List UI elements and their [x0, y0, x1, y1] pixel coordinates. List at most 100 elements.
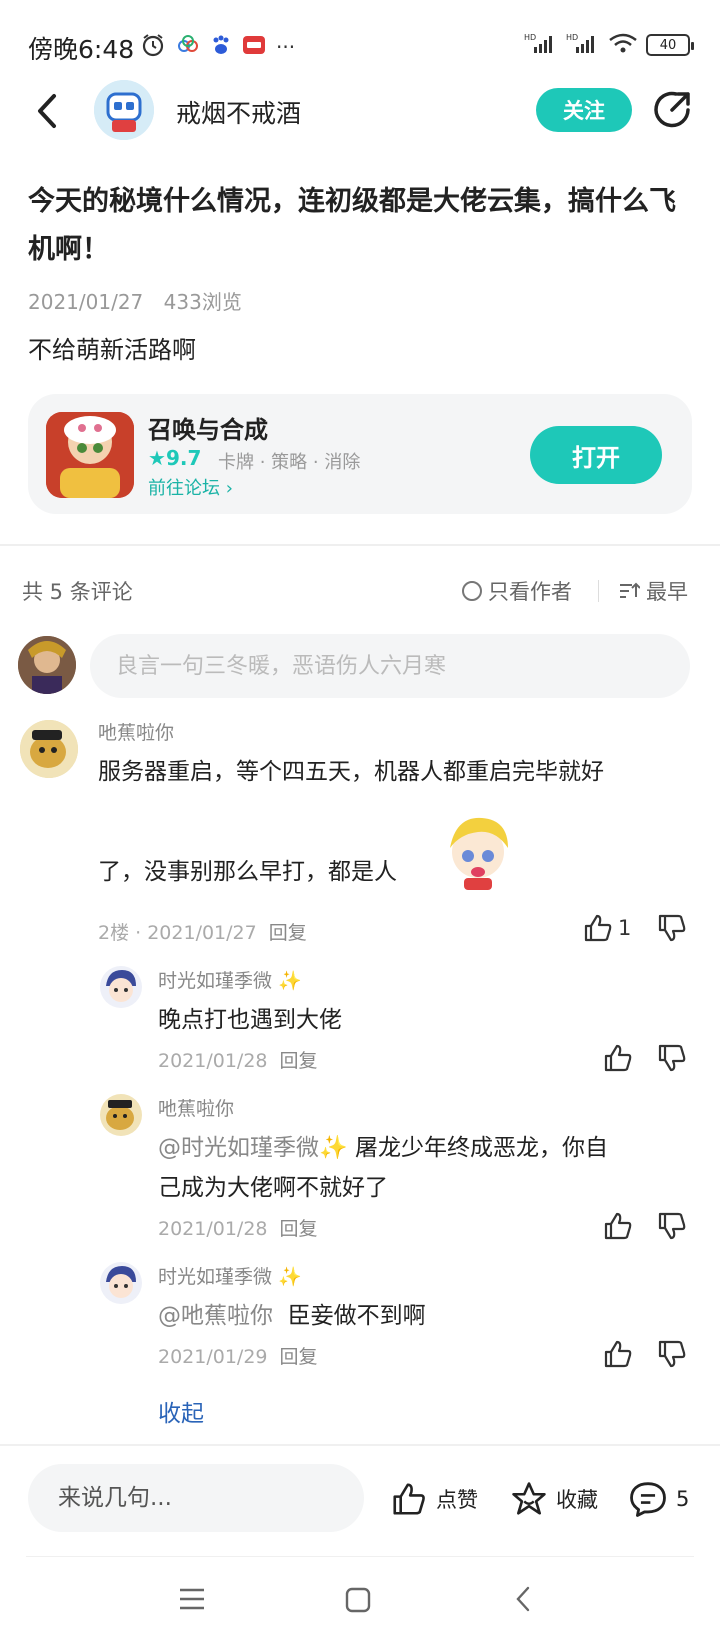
avatar[interactable] — [20, 720, 78, 778]
system-nav-bar — [0, 1556, 720, 1640]
back-button[interactable] — [30, 88, 70, 134]
thumbs-up-icon — [604, 1044, 632, 1072]
reply-button[interactable]: 回复 — [269, 922, 307, 944]
comment-count: 共 5 条评论 — [22, 580, 133, 604]
reply-button[interactable]: 回复 — [280, 1218, 318, 1240]
avatar[interactable] — [100, 1262, 142, 1304]
avatar[interactable] — [100, 966, 142, 1008]
comments-button[interactable]: 5 — [628, 1480, 689, 1518]
home-square-icon — [345, 1587, 371, 1613]
avatar[interactable] — [100, 1094, 142, 1136]
like-post-button[interactable]: 点赞 — [390, 1480, 478, 1518]
bottom-separator — [0, 1444, 720, 1446]
radio-icon — [462, 581, 482, 601]
sparkle-icon: ✨ — [278, 970, 302, 992]
battery-icon: 40 — [646, 34, 694, 56]
sort-icon — [620, 582, 640, 598]
cloud-app-icon — [176, 34, 200, 60]
status-time: 傍晚6:48 — [28, 35, 135, 64]
like-button[interactable] — [602, 1042, 634, 1074]
comment-text: 服务器重启，等个四五天，机器人都重启完毕就好 — [98, 759, 604, 785]
comment-count-badge: 5 — [676, 1487, 690, 1511]
comment-text-2: 了，没事别那么早打，都是人 — [98, 859, 397, 885]
header-separator — [598, 580, 599, 602]
reply-button[interactable]: 回复 — [280, 1346, 318, 1368]
chevron-left-icon — [516, 1586, 530, 1612]
share-button[interactable] — [650, 86, 696, 132]
reply-user[interactable]: 吔蕉啦你 — [158, 1094, 234, 1121]
game-name: 召唤与合成 — [148, 416, 268, 444]
game-tags: 卡牌 · 策略 · 消除 — [218, 452, 361, 473]
like-post-label: 点赞 — [436, 1488, 478, 1512]
post-views: 433浏览 — [163, 290, 242, 314]
game-rating-value: 9.7 — [165, 446, 202, 470]
svg-text:HD: HD — [566, 33, 578, 42]
open-game-button[interactable]: 打开 — [530, 426, 662, 484]
reply-meta: 2021/01/28 回复 — [158, 1046, 318, 1073]
comment-user[interactable]: 吔蕉啦你 — [98, 718, 174, 745]
mention-link[interactable]: @时光如瑾季微 — [158, 1135, 319, 1161]
back-arrow-icon — [38, 94, 56, 128]
like-count: 1 — [618, 916, 632, 940]
menu-icon — [180, 1588, 204, 1610]
reply-meta: 2021/01/28 回复 — [158, 1214, 318, 1241]
home-button[interactable] — [344, 1586, 372, 1618]
post-date: 2021/01/27 — [28, 290, 144, 314]
collapse-replies-button[interactable]: 收起 — [158, 1394, 204, 1428]
top-nav: 戒烟不戒酒 关注 — [0, 72, 720, 152]
post-meta: 2021/01/27 433浏览 — [28, 286, 256, 315]
menu-button[interactable] — [178, 1586, 206, 1616]
star-icon: ★ — [148, 446, 166, 470]
only-author-toggle[interactable]: 只看作者 — [462, 576, 572, 606]
dislike-button[interactable] — [656, 1210, 688, 1242]
like-button[interactable] — [582, 912, 614, 944]
reply-text: 晚点打也遇到大佬 — [158, 1007, 342, 1033]
comment-input[interactable] — [90, 634, 690, 698]
game-rating: ★9.7 — [148, 446, 201, 470]
like-button[interactable] — [602, 1210, 634, 1242]
reply-user-name: 时光如瑾季微 — [158, 1266, 273, 1288]
reply-text: @时光如瑾季微✨ 屠龙少年终成恶龙，你自 — [158, 1128, 608, 1168]
chevron-right-icon: › — [225, 478, 233, 499]
reply-user[interactable]: 时光如瑾季微 ✨ — [158, 966, 302, 993]
baidu-icon — [210, 34, 232, 60]
mention-link[interactable]: @吔蕉啦你 — [158, 1303, 273, 1329]
sparkle-icon: ✨ — [278, 1266, 302, 1288]
author-name[interactable]: 戒烟不戒酒 — [176, 94, 301, 130]
thumbs-down-icon — [658, 1340, 686, 1368]
signal-2-icon: HD — [566, 32, 600, 58]
forum-link[interactable]: 前往论坛 › — [148, 474, 233, 500]
dislike-button[interactable] — [656, 1042, 688, 1074]
dislike-button[interactable] — [656, 912, 688, 944]
news-app-icon — [242, 34, 266, 60]
section-divider — [0, 544, 720, 546]
favorite-button[interactable]: 收藏 — [510, 1480, 598, 1518]
game-card[interactable]: 召唤与合成 ★9.7 卡牌 · 策略 · 消除 前往论坛 › 打开 — [28, 394, 692, 514]
follow-button[interactable]: 关注 — [536, 88, 632, 132]
like-button[interactable] — [602, 1338, 634, 1370]
more-notifications: ··· — [276, 35, 296, 59]
reply-text-body: 臣妾做不到啊 — [287, 1303, 426, 1329]
reply-date: 2021/01/29 — [158, 1346, 268, 1368]
post-title: 今天的秘境什么情况，连初级都是大佬云集，搞什么飞机啊！ — [28, 186, 676, 265]
reply-user[interactable]: 时光如瑾季微 ✨ — [158, 1262, 302, 1289]
reply-meta: 2021/01/29 回复 — [158, 1342, 318, 1369]
thumbs-down-icon — [658, 914, 686, 942]
favorite-label: 收藏 — [556, 1488, 598, 1512]
wifi-icon — [608, 32, 638, 58]
svg-text:HD: HD — [524, 33, 536, 42]
thumbs-down-icon — [658, 1044, 686, 1072]
bottom-comment-input[interactable] — [28, 1464, 364, 1532]
reply-button[interactable]: 回复 — [280, 1050, 318, 1072]
only-author-label: 只看作者 — [488, 580, 572, 604]
comment-floor: 2楼 — [98, 922, 130, 944]
system-icons: HD HD 40 — [524, 32, 694, 58]
sort-button[interactable]: 最早 — [618, 576, 688, 606]
dislike-button[interactable] — [656, 1338, 688, 1370]
forum-link-label: 前往论坛 — [148, 478, 220, 499]
system-back-button[interactable] — [512, 1584, 534, 1618]
author-avatar[interactable] — [94, 80, 154, 140]
thumbs-up-icon — [393, 1483, 425, 1515]
sticker-image — [436, 808, 520, 896]
reply-date: 2021/01/28 — [158, 1050, 268, 1072]
